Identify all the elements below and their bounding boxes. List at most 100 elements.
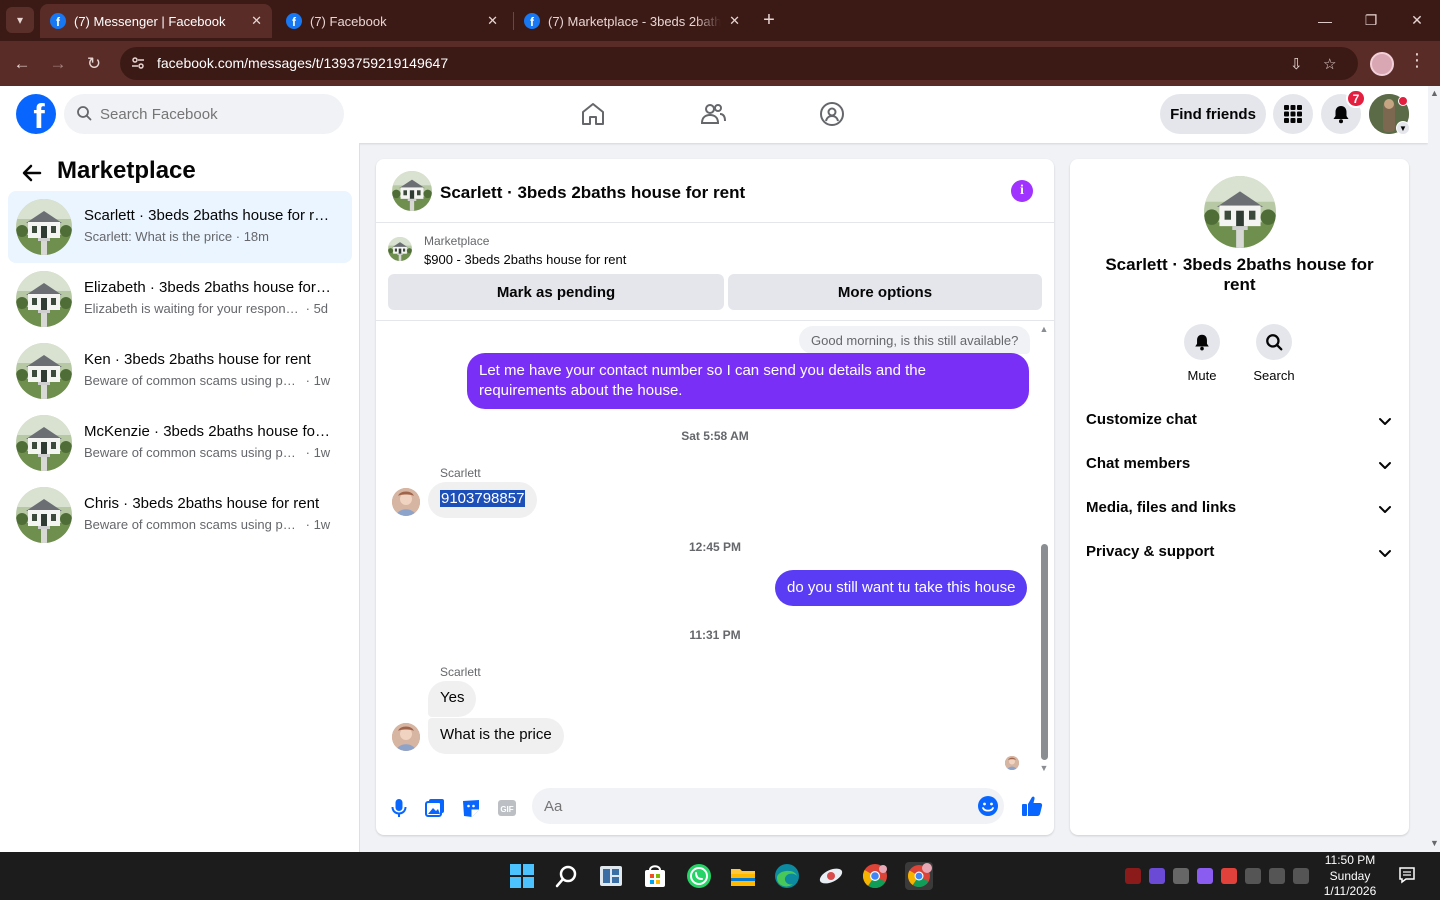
facebook-logo[interactable]: f [16, 94, 56, 134]
chat-header: Scarlett · 3beds 2baths house for rent i [376, 159, 1054, 223]
facebook-favicon-icon: f [50, 13, 66, 29]
close-window-button[interactable]: ✕ [1394, 0, 1440, 41]
menu-button[interactable] [1273, 94, 1313, 134]
address-bar[interactable]: facebook.com/messages/t/1393759219149647… [120, 47, 1358, 80]
reload-button[interactable]: ↻ [80, 50, 108, 78]
marketplace-label: Marketplace [424, 234, 490, 248]
privacy-support-row[interactable]: Privacy & support [1070, 531, 1409, 575]
sticker-icon[interactable] [460, 797, 482, 819]
chevron-down-icon[interactable]: ▼ [1396, 121, 1410, 135]
conversation-preview: Scarlett: What is the price · 18m [84, 229, 269, 244]
read-receipt-avatar [1005, 756, 1019, 770]
battery-icon[interactable] [1245, 868, 1261, 884]
photo-icon[interactable] [424, 797, 446, 819]
message-list[interactable]: Good morning, is this still available? L… [376, 322, 1054, 775]
bookmark-star-icon[interactable]: ☆ [1323, 55, 1336, 73]
forward-button[interactable]: → [44, 50, 72, 78]
search-action[interactable]: Search [1244, 324, 1304, 383]
chat-scrollbar-thumb[interactable] [1041, 544, 1048, 760]
tray-hidden-icon[interactable] [1173, 868, 1189, 884]
chevron-down-icon [1379, 462, 1391, 469]
scroll-down-arrow[interactable]: ▼ [1430, 838, 1439, 848]
close-tab-icon[interactable]: ✕ [487, 13, 498, 29]
tray-folder-icon[interactable] [1197, 868, 1213, 884]
emoji-icon[interactable] [977, 795, 999, 817]
info-icon[interactable]: i [1011, 180, 1033, 202]
search-input[interactable] [100, 94, 330, 134]
listing-title[interactable]: $900 - 3beds 2baths house for rent [424, 252, 626, 267]
marketplace-listing-bar: Marketplace $900 - 3beds 2baths house fo… [376, 223, 1054, 321]
satellite-app-icon[interactable] [817, 862, 845, 890]
listing-thumbnail [16, 271, 72, 327]
chrome-profile-icon[interactable] [905, 862, 933, 890]
system-clock[interactable]: 11:50 PM Sunday 1/11/2026 [1312, 853, 1388, 900]
wifi-icon[interactable] [1269, 868, 1285, 884]
conversation-item-elizabeth[interactable]: Elizabeth · 3beds 2baths house for rent … [8, 263, 352, 335]
tab-title: (7) Messenger | Facebook [74, 13, 226, 29]
scroll-down-arrow[interactable]: ▼ [1039, 763, 1049, 773]
microphone-icon[interactable] [388, 797, 410, 819]
chat-members-row[interactable]: Chat members [1070, 443, 1409, 487]
conversation-item-scarlett[interactable]: Scarlett · 3beds 2baths house for rent S… [8, 191, 352, 263]
tray-media-icon[interactable] [1221, 868, 1237, 884]
scroll-up-arrow[interactable]: ▲ [1039, 324, 1049, 334]
conversation-item-mckenzie[interactable]: McKenzie · 3beds 2baths house for rent B… [8, 407, 352, 479]
chat-avatar[interactable] [392, 171, 432, 211]
message-input[interactable] [544, 788, 964, 824]
whatsapp-icon[interactable] [685, 862, 713, 890]
tab-marketplace[interactable]: f (7) Marketplace - 3beds 2baths ✕ [514, 4, 750, 38]
find-friends-button[interactable]: Find friends [1160, 94, 1266, 134]
restore-button[interactable]: ❐ [1348, 0, 1394, 41]
site-settings-icon[interactable] [130, 55, 146, 71]
tab-messenger[interactable]: f (7) Messenger | Facebook ✕ [40, 4, 272, 38]
tab-search-button[interactable]: ▾ [6, 7, 34, 33]
scroll-up-arrow[interactable]: ▲ [1430, 88, 1439, 98]
friends-icon[interactable] [699, 100, 727, 128]
sender-name: Scarlett [440, 466, 481, 480]
minimize-button[interactable]: — [1302, 0, 1348, 41]
customize-chat-row[interactable]: Customize chat [1070, 399, 1409, 443]
start-icon[interactable] [508, 862, 536, 890]
task-view-icon[interactable] [597, 862, 625, 890]
mark-as-pending-button[interactable]: Mark as pending [388, 274, 724, 310]
like-icon[interactable] [1020, 794, 1044, 818]
install-app-icon[interactable]: ⇩ [1290, 55, 1303, 73]
new-tab-button[interactable]: + [758, 8, 780, 32]
more-options-button[interactable]: More options [728, 274, 1042, 310]
tray-app-icon[interactable] [1125, 868, 1141, 884]
conversation-item-ken[interactable]: Ken · 3beds 2baths house for rent Beware… [8, 335, 352, 407]
clock-date: 1/11/2026 [1323, 884, 1377, 898]
notification-center-icon[interactable] [1398, 866, 1416, 884]
sender-avatar[interactable] [392, 488, 420, 516]
home-icon[interactable] [579, 100, 607, 128]
contact-avatar[interactable] [1204, 176, 1276, 248]
chrome-icon[interactable] [861, 862, 889, 890]
tray-vpn-icon[interactable] [1149, 868, 1165, 884]
media-files-links-row[interactable]: Media, files and links [1070, 487, 1409, 531]
file-explorer-icon[interactable] [729, 862, 757, 890]
browser-menu-icon[interactable]: ⋮ [1408, 50, 1426, 71]
groups-icon[interactable] [818, 100, 846, 128]
chat-title[interactable]: Scarlett · 3beds 2baths house for rent [440, 183, 745, 203]
search-icon[interactable] [553, 862, 581, 890]
listing-thumbnail [16, 343, 72, 399]
gif-icon[interactable]: GIF [496, 797, 518, 819]
volume-icon[interactable] [1293, 868, 1309, 884]
back-arrow-icon[interactable] [20, 161, 44, 185]
listing-thumbnail [16, 487, 72, 543]
close-tab-icon[interactable]: ✕ [251, 13, 262, 29]
conversation-item-chris[interactable]: Chris · 3beds 2baths house for rent Bewa… [8, 479, 352, 551]
back-button[interactable]: ← [8, 50, 36, 78]
listing-thumbnail [388, 237, 412, 261]
page-scrollbar[interactable]: ▲ ▼ [1428, 86, 1440, 852]
store-icon[interactable] [641, 862, 669, 890]
close-tab-icon[interactable]: ✕ [729, 13, 740, 29]
sender-avatar[interactable] [392, 723, 420, 751]
mute-action[interactable]: Mute [1172, 324, 1232, 383]
browser-profile-avatar[interactable] [1370, 52, 1394, 76]
facebook-search[interactable] [64, 94, 344, 134]
edge-icon[interactable] [773, 862, 801, 890]
url-text[interactable]: facebook.com/messages/t/1393759219149647 [157, 55, 448, 71]
message-input-box[interactable] [532, 788, 1004, 824]
tab-facebook[interactable]: f (7) Facebook ✕ [276, 4, 508, 38]
